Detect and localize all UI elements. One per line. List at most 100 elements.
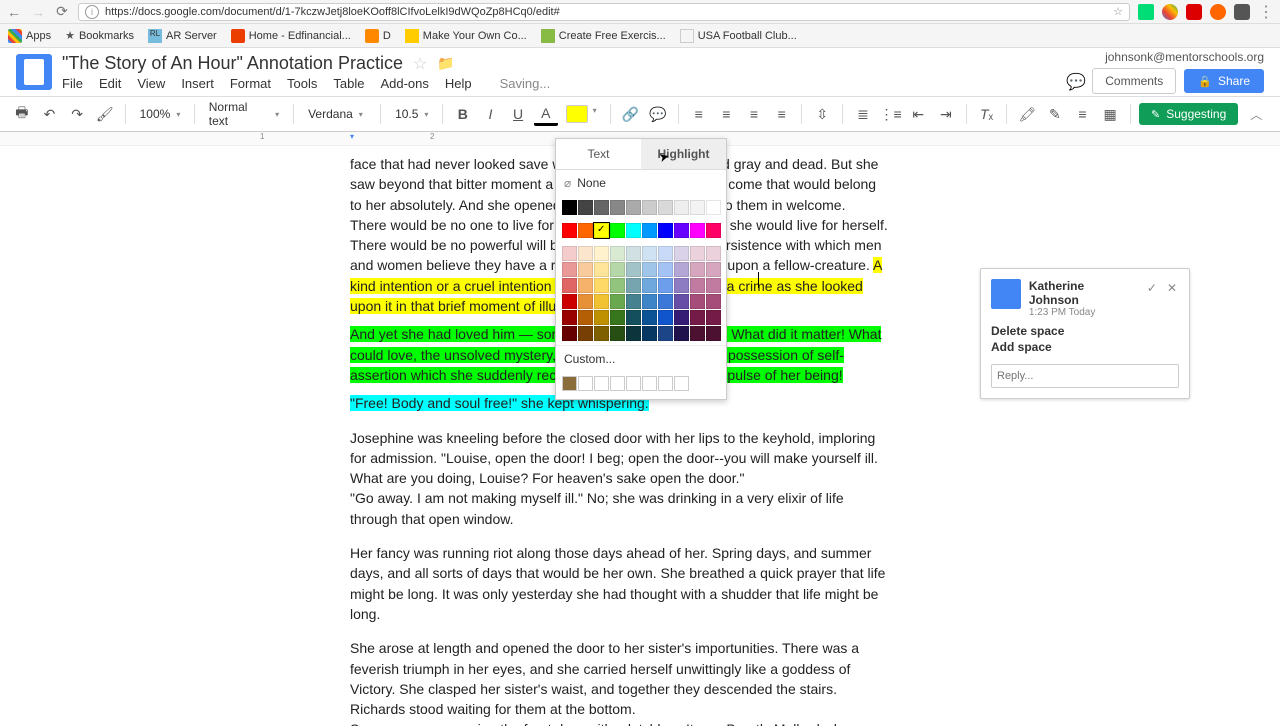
paint-format-icon[interactable]: 🖌 — [93, 102, 117, 126]
bookmarks-folder[interactable]: ★Bookmarks — [65, 29, 134, 42]
highlighter-icon[interactable]: ✎ — [1043, 102, 1067, 126]
align-right-icon[interactable]: ≡ — [742, 102, 766, 126]
color-swatch[interactable] — [578, 310, 593, 325]
color-swatch[interactable] — [610, 246, 625, 261]
color-swatch[interactable] — [594, 246, 609, 261]
color-swatch[interactable] — [658, 326, 673, 341]
color-swatch[interactable] — [658, 310, 673, 325]
align-justify-icon[interactable]: ≡ — [770, 102, 794, 126]
comments-button[interactable]: Comments — [1092, 68, 1176, 94]
color-swatch[interactable] — [706, 326, 721, 341]
color-swatch[interactable] — [578, 278, 593, 293]
color-swatch[interactable] — [658, 278, 673, 293]
color-swatch[interactable] — [674, 262, 689, 277]
custom-swatch-empty[interactable] — [610, 376, 625, 391]
bookmark-d[interactable]: D — [365, 29, 391, 43]
color-swatch[interactable] — [594, 278, 609, 293]
color-swatch[interactable] — [674, 294, 689, 309]
apps-button[interactable]: Apps — [8, 29, 51, 43]
menu-help[interactable]: Help — [445, 76, 472, 91]
color-swatch[interactable] — [626, 310, 641, 325]
custom-color-button[interactable]: Custom... — [556, 345, 726, 372]
link-icon[interactable]: 🔗 — [619, 102, 643, 126]
style-dropdown[interactable]: Normal text — [203, 102, 285, 126]
color-swatch[interactable] — [626, 262, 641, 277]
bookmark-make-your-own[interactable]: Make Your Own Co... — [405, 29, 527, 43]
color-swatch[interactable] — [594, 200, 609, 215]
color-swatch[interactable] — [578, 262, 593, 277]
increase-indent-icon[interactable]: ⇥ — [934, 102, 958, 126]
font-size-dropdown[interactable]: 10.5 — [389, 102, 434, 126]
color-swatch[interactable] — [690, 246, 705, 261]
color-swatch[interactable] — [674, 326, 689, 341]
color-swatch[interactable] — [690, 326, 705, 341]
color-swatch[interactable] — [610, 310, 625, 325]
custom-swatch-empty[interactable] — [658, 376, 673, 391]
color-swatch[interactable] — [674, 223, 689, 238]
menu-table[interactable]: Table — [333, 76, 364, 91]
custom-swatch-empty[interactable] — [594, 376, 609, 391]
reject-suggestion-icon[interactable]: ✕ — [1165, 279, 1179, 297]
color-swatch[interactable] — [706, 278, 721, 293]
color-swatch[interactable] — [562, 294, 577, 309]
menu-insert[interactable]: Insert — [181, 76, 214, 91]
ext-icon-3[interactable] — [1186, 4, 1202, 20]
bookmark-usa-football[interactable]: USA Football Club... — [680, 29, 797, 43]
color-swatch[interactable] — [706, 246, 721, 261]
custom-swatch-empty[interactable] — [578, 376, 593, 391]
collapse-toolbar-icon[interactable]: ︿ — [1250, 106, 1270, 123]
reply-input[interactable] — [991, 364, 1179, 388]
color-swatch[interactable] — [594, 223, 609, 238]
color-swatch[interactable] — [562, 200, 577, 215]
color-swatch[interactable] — [706, 200, 721, 215]
accept-suggestion-icon[interactable]: ✓ — [1145, 279, 1159, 297]
underline-icon[interactable]: U — [506, 102, 530, 126]
move-folder-icon[interactable]: 📁 — [437, 55, 454, 72]
bookmark-create-free[interactable]: Create Free Exercis... — [541, 29, 666, 43]
forward-button[interactable]: → — [30, 4, 46, 20]
align-left-icon[interactable]: ≡ — [687, 102, 711, 126]
color-swatch[interactable] — [642, 326, 657, 341]
color-swatch[interactable] — [658, 246, 673, 261]
color-swatch[interactable] — [626, 326, 641, 341]
line-weight-icon[interactable]: ≡ — [1071, 102, 1095, 126]
color-swatch[interactable] — [626, 278, 641, 293]
align-center-icon[interactable]: ≡ — [715, 102, 739, 126]
site-info-icon[interactable]: i — [85, 5, 99, 19]
color-swatch[interactable] — [626, 294, 641, 309]
ext-icon-4[interactable] — [1210, 4, 1226, 20]
numbered-list-icon[interactable]: ≣ — [851, 102, 875, 126]
custom-swatch-empty[interactable] — [674, 376, 689, 391]
italic-icon[interactable]: I — [479, 102, 503, 126]
color-swatch[interactable] — [594, 294, 609, 309]
color-swatch[interactable] — [674, 310, 689, 325]
chat-icon[interactable]: 💬 — [1066, 72, 1084, 90]
paint-icon[interactable]: 🖍 — [1015, 102, 1039, 126]
color-swatch[interactable] — [562, 246, 577, 261]
color-swatch[interactable] — [706, 223, 721, 238]
color-swatch[interactable] — [642, 294, 657, 309]
suggesting-mode-button[interactable]: Suggesting — [1139, 103, 1238, 125]
color-swatch[interactable] — [578, 200, 593, 215]
color-swatch[interactable] — [690, 310, 705, 325]
back-button[interactable]: ← — [6, 4, 22, 20]
color-swatch[interactable] — [626, 246, 641, 261]
ext-icon-5[interactable] — [1234, 4, 1250, 20]
color-swatch[interactable] — [562, 262, 577, 277]
color-swatch[interactable] — [562, 326, 577, 341]
suggestion-card[interactable]: Katherine Johnson 1:23 PM Today ✓ ✕ Dele… — [980, 268, 1190, 399]
color-swatch[interactable] — [658, 223, 673, 238]
tab-text-color[interactable]: Text — [556, 139, 641, 169]
star-icon[interactable]: ☆ — [1113, 5, 1123, 18]
menu-format[interactable]: Format — [230, 76, 271, 91]
color-swatch[interactable] — [642, 200, 657, 215]
color-swatch[interactable] — [626, 200, 641, 215]
share-button[interactable]: Share — [1184, 69, 1264, 93]
decrease-indent-icon[interactable]: ⇤ — [906, 102, 930, 126]
color-swatch[interactable] — [562, 310, 577, 325]
line-spacing-icon[interactable]: ⇳ — [810, 102, 834, 126]
star-document-icon[interactable]: ☆ — [413, 54, 427, 74]
border-icon[interactable]: ▦ — [1098, 102, 1122, 126]
color-swatch[interactable] — [610, 294, 625, 309]
color-swatch[interactable] — [658, 262, 673, 277]
